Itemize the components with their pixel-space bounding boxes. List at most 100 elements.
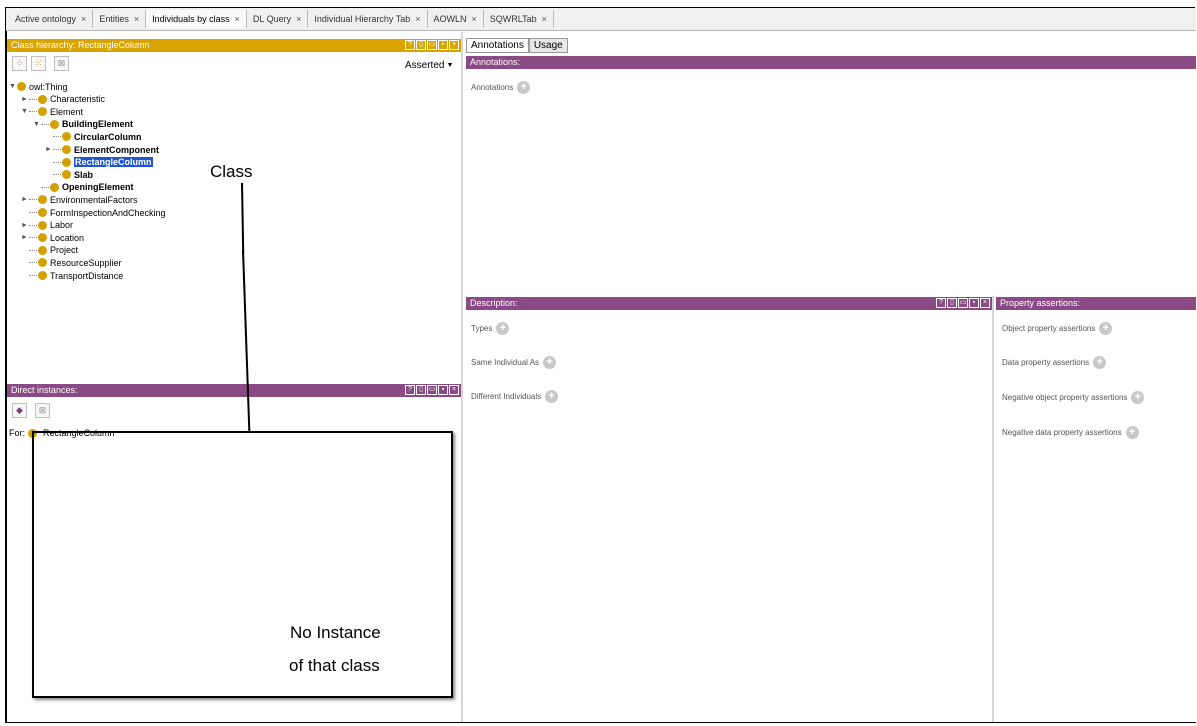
close-icon[interactable]: × <box>235 14 240 24</box>
add-subclass-button[interactable]: ⁘ <box>12 56 27 71</box>
tree-node[interactable]: ► Characteristic <box>21 93 105 106</box>
close-icon[interactable]: × <box>472 14 477 24</box>
tab-active-ontology[interactable]: Active ontology × <box>9 10 94 28</box>
negative-data-property-field: Negative data property assertions + <box>1002 426 1139 439</box>
add-negative-object-property-button[interactable]: + <box>1131 391 1145 404</box>
expanded-arrow-icon[interactable]: ▼ <box>9 83 17 90</box>
tree-node[interactable]: ► Location <box>21 231 84 244</box>
tree-node[interactable]: Slab <box>45 168 93 181</box>
tab-individuals-by-class[interactable]: Individuals by class × <box>146 10 247 28</box>
tree-node[interactable]: ▼ Element <box>21 105 83 118</box>
annotations-header: Annotations: <box>466 56 1196 69</box>
asserted-dropdown[interactable]: Asserted ▼ <box>405 60 453 71</box>
tree-connector <box>29 212 37 213</box>
types-field: Types + <box>471 322 510 335</box>
collapsed-arrow-icon[interactable]: ► <box>21 196 29 203</box>
add-object-property-button[interactable]: + <box>1099 322 1113 335</box>
tree-node[interactable]: ▼ BuildingElement <box>33 118 133 131</box>
tree-connector <box>53 136 61 138</box>
class-icon <box>62 157 71 167</box>
tree-node[interactable]: RectangleColumn <box>45 156 153 169</box>
help-icon[interactable]: ? <box>405 40 415 50</box>
tree-node[interactable]: ► Labor <box>21 219 73 232</box>
maximize-icon[interactable]: ▪ <box>969 298 979 308</box>
view-controls: ? ▯ ▭ ▪ × <box>936 298 990 308</box>
tree-connector <box>29 224 37 226</box>
close-icon[interactable]: × <box>134 14 139 24</box>
tree-node[interactable]: CircularColumn <box>45 130 142 143</box>
negative-object-property-field: Negative object property assertions + <box>1002 391 1145 404</box>
tree-node[interactable]: Project <box>21 244 78 257</box>
float-icon[interactable]: ▭ <box>427 40 437 50</box>
help-icon[interactable]: ? <box>405 385 415 395</box>
tree-connector <box>53 174 61 176</box>
add-same-individual-button[interactable]: + <box>543 356 557 369</box>
add-sibling-button[interactable]: ⁙ <box>31 56 46 71</box>
maximize-icon[interactable]: ▪ <box>438 385 448 395</box>
close-icon[interactable]: × <box>296 14 301 24</box>
tree-node-label: Location <box>50 232 85 243</box>
maximize-icon[interactable]: ▪ <box>438 40 448 50</box>
tab-usage[interactable]: Usage <box>528 38 568 53</box>
tab-annotations[interactable]: Annotations <box>466 38 529 53</box>
tree-node-label: FormInspectionAndChecking <box>50 207 166 218</box>
add-individual-button[interactable]: ◆ <box>12 403 27 418</box>
delete-class-button[interactable]: ⊠ <box>54 56 69 71</box>
tree-node[interactable]: ► EnvironmentalFactors <box>21 193 138 206</box>
class-callout-label: Class <box>210 162 253 181</box>
tree-node[interactable]: ► ElementComponent <box>45 143 159 156</box>
tree-node-label: Slab <box>74 169 94 180</box>
tree-node[interactable]: TransportDistance <box>21 269 123 282</box>
tree-node[interactable]: OpeningElement <box>33 181 134 194</box>
tree-node-label: ResourceSupplier <box>50 257 122 268</box>
direct-instances-header: Direct instances: ? ▯ ▭ ▪ × <box>7 384 461 397</box>
direct-instances-toolbar: ◆ ⊠ <box>12 403 50 418</box>
tab-sqwrltab[interactable]: SQWRLTab × <box>484 10 554 28</box>
collapsed-arrow-icon[interactable]: ► <box>21 96 29 103</box>
add-annotation-button[interactable]: + <box>517 81 531 94</box>
collapsed-arrow-icon[interactable]: ► <box>21 234 29 241</box>
sync-icon[interactable]: ▯ <box>416 385 426 395</box>
tree-node[interactable]: ResourceSupplier <box>21 256 122 269</box>
tree-node[interactable]: ▼ owl:Thing <box>9 80 68 93</box>
tab-individual-hierarchy[interactable]: Individual Hierarchy Tab × <box>308 10 428 28</box>
class-icon <box>38 94 47 104</box>
sync-icon[interactable]: ▯ <box>416 40 426 50</box>
float-icon[interactable]: ▭ <box>427 385 437 395</box>
tree-connector <box>29 237 37 239</box>
collapsed-arrow-icon[interactable]: ► <box>45 146 53 153</box>
class-hierarchy-header: Class hierarchy: RectangleColumn ? ▯ ▭ ▪… <box>7 39 461 52</box>
tab-aowln[interactable]: AOWLN × <box>428 10 484 28</box>
float-icon[interactable]: ▭ <box>958 298 968 308</box>
object-property-assertions-field: Object property assertions + <box>1002 322 1113 335</box>
close-icon[interactable]: × <box>542 14 547 24</box>
add-type-button[interactable]: + <box>496 322 510 335</box>
add-different-individual-button[interactable]: + <box>545 390 559 403</box>
tree-node[interactable]: FormInspectionAndChecking <box>21 206 166 219</box>
class-icon <box>38 220 47 230</box>
view-controls: ? ▯ ▭ ▪ × <box>405 40 459 50</box>
tree-node-label: ElementComponent <box>74 144 160 155</box>
add-negative-data-property-button[interactable]: + <box>1125 426 1139 439</box>
splitter[interactable] <box>992 296 994 722</box>
collapsed-arrow-icon[interactable]: ► <box>21 222 29 229</box>
add-data-property-button[interactable]: + <box>1093 356 1107 369</box>
close-icon[interactable]: × <box>81 14 86 24</box>
tab-entities[interactable]: Entities × <box>93 10 147 28</box>
delete-icon: ⊠ <box>57 58 66 68</box>
expanded-arrow-icon[interactable]: ▼ <box>33 121 41 128</box>
close-icon[interactable]: × <box>415 14 420 24</box>
close-view-icon[interactable]: × <box>449 40 459 50</box>
help-icon[interactable]: ? <box>936 298 946 308</box>
sync-icon[interactable]: ▯ <box>947 298 957 308</box>
expanded-arrow-icon[interactable]: ▼ <box>21 108 29 115</box>
close-view-icon[interactable]: × <box>980 298 990 308</box>
class-hierarchy-toolbar: ⁘ ⁙ ⊠ <box>12 56 69 71</box>
delete-individual-button[interactable]: ⊠ <box>35 403 50 418</box>
no-instance-label-line1: No Instance <box>290 623 381 642</box>
tab-dl-query[interactable]: DL Query × <box>247 10 309 28</box>
tree-node-label: TransportDistance <box>50 270 124 281</box>
close-view-icon[interactable]: × <box>449 385 459 395</box>
splitter[interactable] <box>461 32 463 722</box>
class-icon <box>38 195 47 205</box>
